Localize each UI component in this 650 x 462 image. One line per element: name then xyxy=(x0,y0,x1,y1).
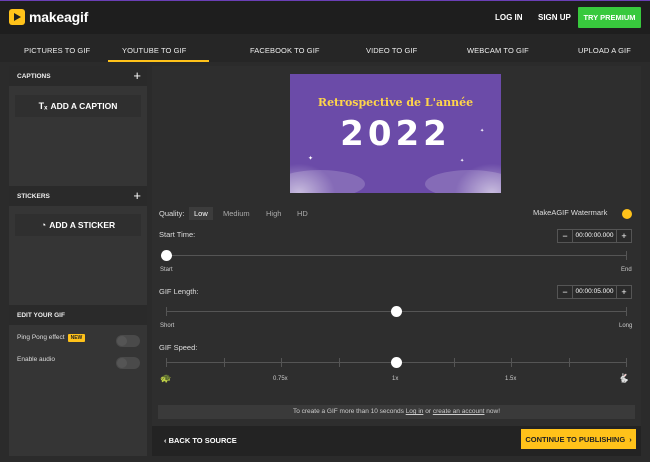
gif-speed-tick xyxy=(339,358,340,367)
top-bar: makeagif LOG IN SIGN UP TRY PREMIUM xyxy=(0,0,650,34)
add-caption-plus-icon[interactable]: + xyxy=(133,69,141,82)
start-time-increment[interactable]: + xyxy=(617,230,631,242)
captions-header: CAPTIONS + xyxy=(9,66,147,86)
start-time-max-label: End xyxy=(621,267,632,273)
speed-15x-label: 1.5x xyxy=(505,376,517,382)
quality-label: Quality: xyxy=(159,209,185,218)
gif-length-min-label: Short xyxy=(160,323,175,329)
try-premium-button[interactable]: TRY PREMIUM xyxy=(578,7,641,28)
active-tab-indicator xyxy=(108,60,209,62)
new-badge: NEW xyxy=(67,334,86,342)
stickers-header: STICKERS + xyxy=(9,186,147,206)
ping-pong-toggle[interactable] xyxy=(116,335,140,347)
watermark-toggle[interactable] xyxy=(622,209,632,219)
captions-title: CAPTIONS xyxy=(17,73,51,80)
quality-high[interactable]: High xyxy=(266,209,281,218)
ping-pong-label: Ping Pong effect NEW xyxy=(17,334,86,342)
tab-facebook-to-gif[interactable]: FACEBOOK TO GIF xyxy=(250,46,320,55)
svg-text:✦: ✦ xyxy=(308,155,313,162)
add-sticker-plus-icon[interactable]: + xyxy=(133,189,141,202)
notice-login-link[interactable]: Log in xyxy=(406,408,424,415)
notice-create-account-link[interactable]: create an account xyxy=(433,408,485,415)
gif-speed-tick xyxy=(626,358,627,367)
speed-1x-label: 1x xyxy=(392,376,399,382)
start-time-handle[interactable] xyxy=(160,250,172,261)
enable-audio-toggle[interactable] xyxy=(116,357,140,369)
svg-text:✦: ✦ xyxy=(460,158,464,164)
gif-length-stepper[interactable]: − 00:00:05.000 + xyxy=(557,285,632,299)
gif-speed-tick xyxy=(454,358,455,367)
ping-pong-text: Ping Pong effect xyxy=(17,334,65,341)
edit-gif-title: EDIT YOUR GIF xyxy=(17,312,65,319)
add-caption-button[interactable]: Tₓ ADD A CAPTION xyxy=(15,95,141,117)
edit-gif-header: EDIT YOUR GIF xyxy=(9,305,147,325)
add-caption-label: ADD A CAPTION xyxy=(50,101,118,111)
continue-to-publishing-button[interactable]: CONTINUE TO PUBLISHING › xyxy=(521,429,636,449)
sticker-icon: ◔ xyxy=(40,220,47,230)
gif-speed-tick xyxy=(569,358,570,367)
sidebar: CAPTIONS + Tₓ ADD A CAPTION STICKERS + ◔… xyxy=(9,66,147,456)
add-sticker-button[interactable]: ◔ ADD A STICKER xyxy=(15,214,141,236)
start-time-label: Start Time: xyxy=(159,230,196,239)
logo[interactable]: makeagif xyxy=(9,9,88,25)
enable-audio-label: Enable audio xyxy=(17,356,55,363)
start-time-stepper[interactable]: − 00:00:00.000 + xyxy=(557,229,632,243)
add-sticker-label: ADD A STICKER xyxy=(49,220,116,230)
text-icon: Tₓ xyxy=(38,101,48,111)
notice-text-before: To create a GIF more than 10 seconds xyxy=(292,408,406,415)
gif-length-increment[interactable]: + xyxy=(617,286,631,298)
start-time-min-label: Start xyxy=(160,267,173,273)
tab-pictures-to-gif[interactable]: PICTURES TO GIF xyxy=(24,46,90,55)
chevron-left-icon: ‹ xyxy=(164,436,167,445)
back-to-source-button[interactable]: ‹ BACK TO SOURCE xyxy=(164,436,237,445)
speed-075x-label: 0.75x xyxy=(273,376,288,382)
continue-label: CONTINUE TO PUBLISHING xyxy=(525,434,626,444)
notice-text-after: now! xyxy=(484,408,501,415)
tab-youtube-to-gif[interactable]: YOUTUBE TO GIF xyxy=(122,46,186,55)
gif-speed-tick xyxy=(224,358,225,367)
start-time-tick-end xyxy=(626,251,627,260)
tab-video-to-gif[interactable]: VIDEO TO GIF xyxy=(366,46,417,55)
quality-low[interactable]: Low xyxy=(189,207,213,220)
start-time-track[interactable] xyxy=(166,255,627,256)
rabbit-icon: 🐇 xyxy=(618,373,630,383)
gif-speed-tick xyxy=(511,358,512,367)
gif-length-decrement[interactable]: − xyxy=(558,286,572,298)
start-time-decrement[interactable]: − xyxy=(558,230,572,242)
gif-length-label: GIF Length: xyxy=(159,287,199,296)
tab-bar: PICTURES TO GIF YOUTUBE TO GIF FACEBOOK … xyxy=(0,34,650,62)
gif-speed-label: GIF Speed: xyxy=(159,343,198,352)
gif-speed-tick xyxy=(281,358,282,367)
watermark-label: MakeAGIF Watermark xyxy=(533,208,608,217)
gif-speed-tick xyxy=(166,358,167,367)
notice-text-or: or xyxy=(423,408,433,415)
back-to-source-label: BACK TO SOURCE xyxy=(168,436,237,445)
start-time-value[interactable]: 00:00:00.000 xyxy=(572,230,617,242)
gif-length-tick-start xyxy=(166,307,167,316)
preview-title: Retrospective de L'année xyxy=(317,96,474,109)
gif-speed-handle[interactable] xyxy=(390,357,402,368)
gif-length-max-label: Long xyxy=(619,323,633,329)
tab-webcam-to-gif[interactable]: WEBCAM TO GIF xyxy=(467,46,529,55)
preview-year: 2022 xyxy=(340,114,451,154)
login-link[interactable]: LOG IN xyxy=(495,13,523,22)
tab-upload-a-gif[interactable]: UPLOAD A GIF xyxy=(578,46,631,55)
chevron-right-icon: › xyxy=(629,434,632,444)
gif-length-value[interactable]: 00:00:05.000 xyxy=(572,286,617,298)
play-logo-icon xyxy=(9,9,25,25)
stickers-title: STICKERS xyxy=(17,193,50,200)
gif-preview: ✦ ✦ ✦ Retrospective de L'année 2022 xyxy=(290,74,501,193)
quality-hd[interactable]: HD xyxy=(297,209,308,218)
account-notice: To create a GIF more than 10 seconds Log… xyxy=(158,405,635,419)
quality-medium[interactable]: Medium xyxy=(223,209,250,218)
gif-length-handle[interactable] xyxy=(390,306,402,317)
signup-link[interactable]: SIGN UP xyxy=(538,13,571,22)
turtle-icon: 🐢 xyxy=(160,373,172,383)
gif-length-tick-end xyxy=(626,307,627,316)
logo-text: makeagif xyxy=(29,9,89,25)
